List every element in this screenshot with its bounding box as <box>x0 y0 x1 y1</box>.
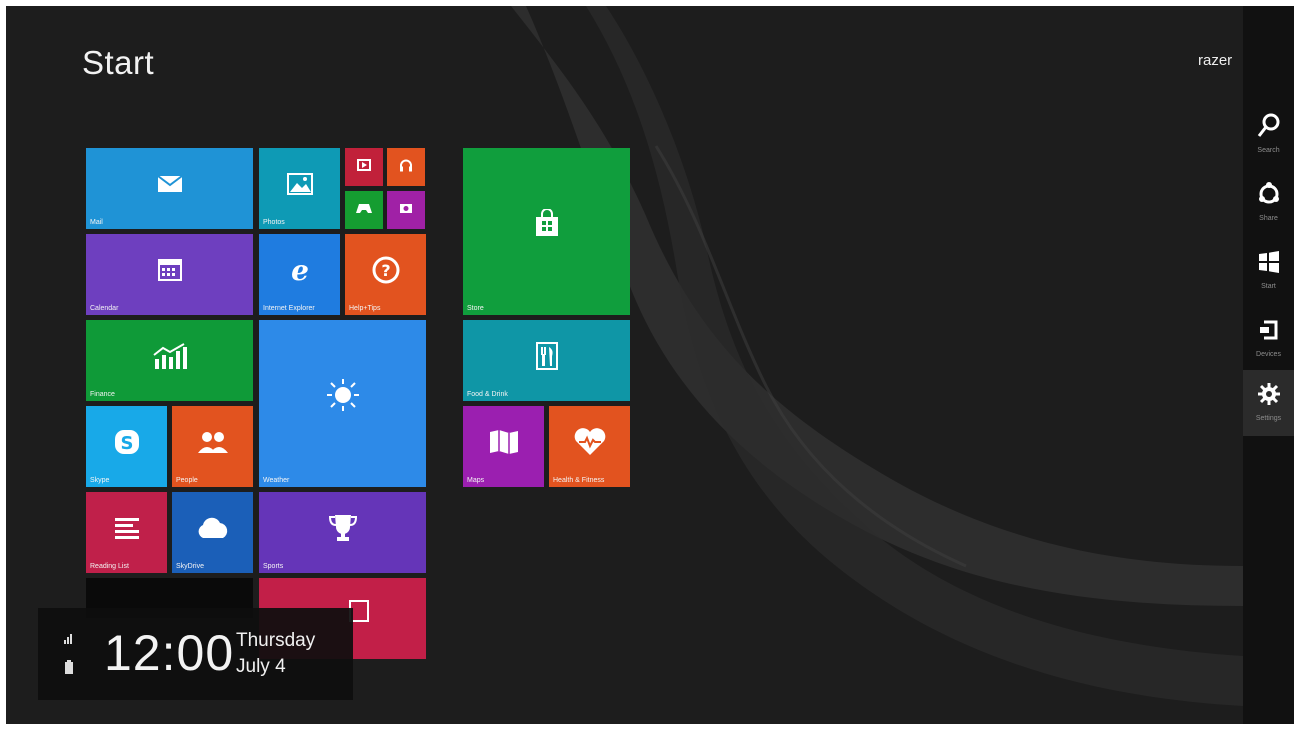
page-title: Start <box>82 44 155 81</box>
svg-text:S: S <box>120 433 133 454</box>
store-bag-icon <box>535 209 558 237</box>
store-tile-label: Store <box>467 305 484 312</box>
reading-list-icon <box>114 518 139 540</box>
network-signal-icon <box>64 634 72 644</box>
help-icon: ? <box>372 256 399 284</box>
trophy-icon <box>328 515 357 542</box>
internet-explorer-tile-label: Internet Explorer <box>263 305 315 312</box>
search-icon <box>1257 113 1280 137</box>
health-fitness-tile-label: Health & Fitness <box>553 477 605 484</box>
gear-icon <box>1258 383 1280 405</box>
headphones-icon <box>400 159 412 172</box>
finance-tile-label: Finance <box>90 391 115 398</box>
finance-tile[interactable]: Finance <box>86 320 253 401</box>
svg-text:e: e <box>291 256 309 284</box>
reading-list-tile[interactable]: Reading List <box>86 492 167 573</box>
food-drink-tile[interactable]: Food & Drink <box>463 320 630 401</box>
devices-charm[interactable]: Devices <box>1243 306 1294 372</box>
photos-tile[interactable]: Photos <box>259 148 340 229</box>
video-tile[interactable] <box>345 148 383 186</box>
games-tile[interactable] <box>345 191 383 229</box>
internet-explorer-tile[interactable]: e Internet Explorer <box>259 234 340 315</box>
photos-icon <box>286 173 313 196</box>
clock-overlay: 12:00 Thursday July 4 <box>38 608 353 700</box>
maps-tile-label: Maps <box>467 477 485 484</box>
people-tile-label: People <box>176 477 198 484</box>
help-tips-tile-label: Help+Tips <box>349 305 381 312</box>
health-fitness-tile[interactable]: Health & Fitness <box>549 406 630 487</box>
search-charm-label: Search <box>1257 147 1280 154</box>
photos-tile-label: Photos <box>263 219 285 226</box>
cloud-icon <box>198 518 227 539</box>
camera-icon <box>400 204 412 214</box>
heart-pulse-icon <box>574 428 605 456</box>
skype-icon: S <box>114 430 139 455</box>
map-icon <box>489 430 518 455</box>
weather-tile-label: Weather <box>263 477 290 484</box>
share-icon <box>1259 182 1279 204</box>
food-drink-tile-label: Food & Drink <box>467 391 508 398</box>
video-icon <box>357 159 371 172</box>
devices-charm-label: Devices <box>1256 351 1281 358</box>
clock-day: Thursday <box>236 630 316 651</box>
finance-chart-icon <box>152 343 187 370</box>
windows-logo-icon <box>1259 251 1279 273</box>
sports-tile-label: Sports <box>263 563 284 570</box>
start-screen: Start razer Mail Photos Calendar e Inter… <box>6 6 1294 724</box>
maps-tile[interactable]: Maps <box>463 406 544 487</box>
skydrive-tile[interactable]: SkyDrive <box>172 492 253 573</box>
skype-tile[interactable]: S Skype <box>86 406 167 487</box>
sun-icon <box>326 379 359 412</box>
skydrive-tile-label: SkyDrive <box>176 563 205 570</box>
clock-time: 12:00 <box>104 625 235 681</box>
search-charm[interactable]: Search <box>1243 102 1294 168</box>
share-charm-label: Share <box>1259 215 1278 222</box>
svg-text:?: ? <box>381 261 390 280</box>
clock-date: July 4 <box>236 656 286 677</box>
mail-tile-label: Mail <box>90 219 103 226</box>
people-tile[interactable]: People <box>172 406 253 487</box>
camera-tile[interactable] <box>387 191 425 229</box>
devices-icon <box>1260 320 1278 340</box>
help-tips-tile[interactable]: ? Help+Tips <box>345 234 426 315</box>
game-controller-icon <box>356 204 372 214</box>
calendar-tile[interactable]: Calendar <box>86 234 253 315</box>
settings-charm[interactable]: Settings <box>1243 370 1294 436</box>
fork-knife-icon <box>535 342 558 371</box>
calendar-tile-label: Calendar <box>90 305 119 312</box>
mail-tile[interactable]: Mail <box>86 148 253 229</box>
people-icon <box>197 432 228 454</box>
start-charm-label: Start <box>1261 283 1276 290</box>
charms-bar: Search Share Start Devices Settings <box>1243 6 1294 724</box>
calendar-icon <box>157 259 182 282</box>
user-account-name[interactable]: razer <box>1198 52 1232 69</box>
settings-charm-label: Settings <box>1255 415 1282 422</box>
skype-tile-label: Skype <box>90 477 110 484</box>
weather-tile[interactable]: Weather <box>259 320 426 487</box>
sports-tile[interactable]: Sports <box>259 492 426 573</box>
battery-icon <box>65 660 73 674</box>
mail-icon <box>156 175 183 193</box>
store-tile[interactable]: Store <box>463 148 630 315</box>
reading-list-tile-label: Reading List <box>90 563 129 570</box>
share-charm[interactable]: Share <box>1243 170 1294 236</box>
music-tile[interactable] <box>387 148 425 186</box>
internet-explorer-icon: e <box>291 256 309 284</box>
start-charm[interactable]: Start <box>1243 238 1294 304</box>
